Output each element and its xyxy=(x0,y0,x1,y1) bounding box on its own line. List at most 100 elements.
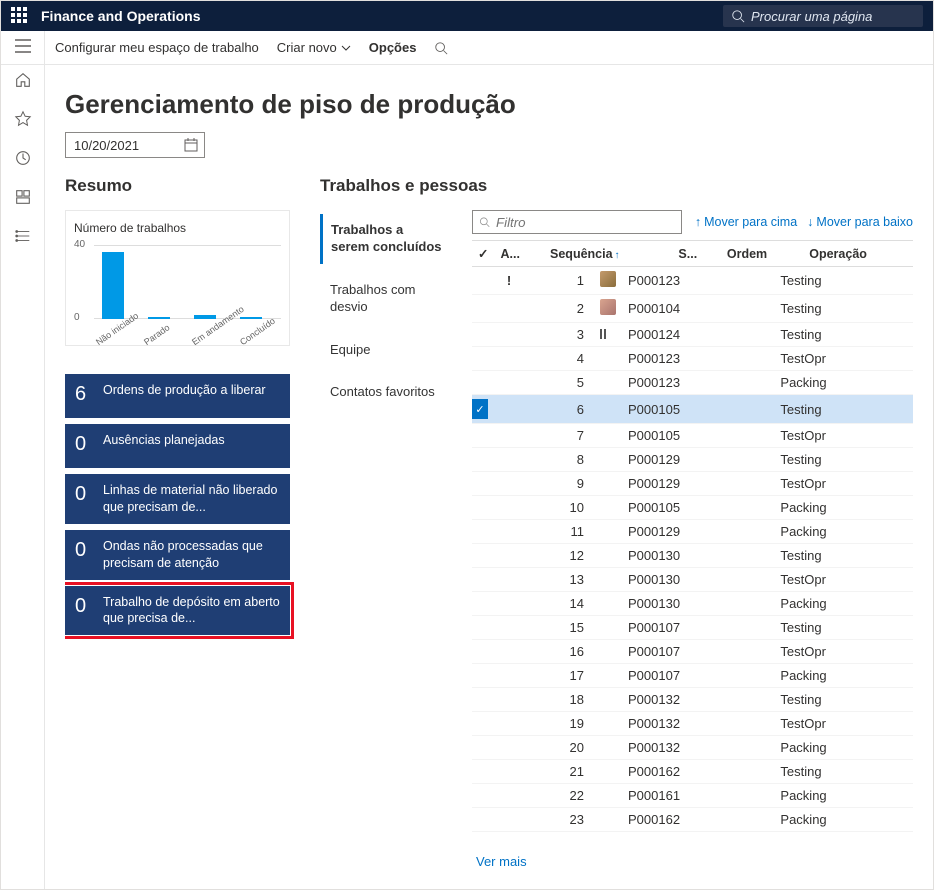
star-icon[interactable] xyxy=(14,110,32,131)
cell-operation: TestOpr xyxy=(774,640,913,664)
options-button[interactable]: Opções xyxy=(369,40,417,55)
jobs-tab[interactable]: Trabalhos com desvio xyxy=(320,274,450,324)
cell-order: P000105 xyxy=(622,424,774,448)
table-row[interactable]: ✓23P000162Packing xyxy=(472,808,913,832)
cell-sequence: 14 xyxy=(524,592,594,616)
table-row[interactable]: ✓8P000129Testing xyxy=(472,448,913,472)
table-row[interactable]: ✓20P000132Packing xyxy=(472,736,913,760)
table-row[interactable]: ✓5P000123Packing xyxy=(472,371,913,395)
cell-order: P000132 xyxy=(622,688,774,712)
cell-operation: TestOpr xyxy=(774,568,913,592)
cell-order: P000105 xyxy=(622,395,774,424)
top-navbar: Finance and Operations Procurar uma pági… xyxy=(1,1,933,31)
move-up-button[interactable]: ↑ Mover para cima xyxy=(695,215,797,229)
table-row[interactable]: ✓15P000107Testing xyxy=(472,616,913,640)
cell-alert xyxy=(494,347,524,371)
col-alert[interactable]: A... xyxy=(494,241,544,267)
summary-tile[interactable]: 0Linhas de material não liberado que pre… xyxy=(65,474,290,524)
home-icon[interactable] xyxy=(14,71,32,92)
table-row[interactable]: ✓17P000107Packing xyxy=(472,664,913,688)
cell-sequence: 4 xyxy=(524,347,594,371)
table-row[interactable]: ✓14P000130Packing xyxy=(472,592,913,616)
cell-order: P000130 xyxy=(622,544,774,568)
modules-icon[interactable] xyxy=(14,227,32,248)
table-row[interactable]: ✓4P000123TestOpr xyxy=(472,347,913,371)
table-row[interactable]: ✓!1P000123Testing xyxy=(472,267,913,295)
filter-input[interactable] xyxy=(472,210,682,234)
table-row[interactable]: ✓10P000105Packing xyxy=(472,496,913,520)
cell-operation: Testing xyxy=(774,267,913,295)
hamburger-icon[interactable] xyxy=(15,39,31,56)
cell-status xyxy=(594,424,622,448)
command-search-button[interactable] xyxy=(434,41,448,55)
cell-sequence: 15 xyxy=(524,616,594,640)
create-new-button[interactable]: Criar novo xyxy=(277,40,351,55)
app-launcher-icon[interactable] xyxy=(11,7,29,25)
cell-status xyxy=(594,347,622,371)
cell-operation: Packing xyxy=(774,736,913,760)
cell-alert xyxy=(494,371,524,395)
cell-status xyxy=(594,640,622,664)
cell-order: P000132 xyxy=(622,712,774,736)
table-row[interactable]: ✓7P000105TestOpr xyxy=(472,424,913,448)
summary-tile[interactable]: 6Ordens de produção a liberar xyxy=(65,374,290,418)
table-row[interactable]: ✓3P000124Testing xyxy=(472,323,913,347)
jobs-tab[interactable]: Equipe xyxy=(320,334,450,367)
table-row[interactable]: ✓16P000107TestOpr xyxy=(472,640,913,664)
workspace-icon[interactable] xyxy=(14,188,32,209)
cell-operation: TestOpr xyxy=(774,712,913,736)
table-row[interactable]: ✓6P000105Testing xyxy=(472,395,913,424)
cell-alert xyxy=(494,424,524,448)
cell-status xyxy=(594,592,622,616)
move-down-button[interactable]: ↓ Mover para baixo xyxy=(807,215,913,229)
table-row[interactable]: ✓22P000161Packing xyxy=(472,784,913,808)
jobs-chart-tile[interactable]: Número de trabalhos 40 0 Não iniciadoPar… xyxy=(65,210,290,346)
configure-workspace-button[interactable]: Configurar meu espaço de trabalho xyxy=(55,40,259,55)
table-row[interactable]: ✓11P000129Packing xyxy=(472,520,913,544)
table-row[interactable]: ✓13P000130TestOpr xyxy=(472,568,913,592)
table-row[interactable]: ✓18P000132Testing xyxy=(472,688,913,712)
jobs-tab[interactable]: Trabalhos a serem concluídos xyxy=(320,214,450,264)
search-icon xyxy=(731,9,745,23)
cell-alert xyxy=(494,712,524,736)
chart-bar xyxy=(194,315,216,319)
cell-sequence: 23 xyxy=(524,808,594,832)
table-row[interactable]: ✓19P000132TestOpr xyxy=(472,712,913,736)
table-row[interactable]: ✓21P000162Testing xyxy=(472,760,913,784)
cell-alert xyxy=(494,472,524,496)
date-input[interactable]: 10/20/2021 xyxy=(65,132,205,158)
filter-field[interactable] xyxy=(496,215,675,230)
see-more-link[interactable]: Ver mais xyxy=(472,844,913,879)
col-sequence[interactable]: Sequência↑ xyxy=(544,241,672,267)
cell-sequence: 6 xyxy=(524,395,594,424)
cell-operation: Testing xyxy=(774,395,913,424)
chart-category-label: Concluído xyxy=(238,315,278,347)
col-order[interactable]: Ordem xyxy=(721,241,803,267)
cell-status xyxy=(594,688,622,712)
cell-order: P000132 xyxy=(622,736,774,760)
cell-order: P000105 xyxy=(622,496,774,520)
table-row[interactable]: ✓2P000104Testing xyxy=(472,295,913,323)
cell-operation: Packing xyxy=(774,664,913,688)
table-row[interactable]: ✓9P000129TestOpr xyxy=(472,472,913,496)
cell-order: P000161 xyxy=(622,784,774,808)
col-operation[interactable]: Operação xyxy=(803,241,913,267)
table-row[interactable]: ✓12P000130Testing xyxy=(472,544,913,568)
col-status[interactable]: S... xyxy=(672,241,720,267)
summary-tile[interactable]: 0Ausências planejadas xyxy=(65,424,290,468)
chart-bar xyxy=(240,317,262,319)
cell-order: P000130 xyxy=(622,592,774,616)
global-search[interactable]: Procurar uma página xyxy=(723,5,923,27)
cell-sequence: 9 xyxy=(524,472,594,496)
col-select[interactable]: ✓ xyxy=(472,241,494,267)
tile-count: 6 xyxy=(75,382,91,404)
cell-sequence: 13 xyxy=(524,568,594,592)
recent-icon[interactable] xyxy=(14,149,32,170)
cell-status xyxy=(594,568,622,592)
jobs-tab[interactable]: Contatos favoritos xyxy=(320,376,450,409)
cell-alert xyxy=(494,784,524,808)
summary-tile[interactable]: 0Trabalho de depósito em aberto que prec… xyxy=(65,586,290,636)
tile-count: 0 xyxy=(75,482,91,504)
summary-tile[interactable]: 0Ondas não processadas que precisam de a… xyxy=(65,530,290,580)
cell-operation: Testing xyxy=(774,295,913,323)
